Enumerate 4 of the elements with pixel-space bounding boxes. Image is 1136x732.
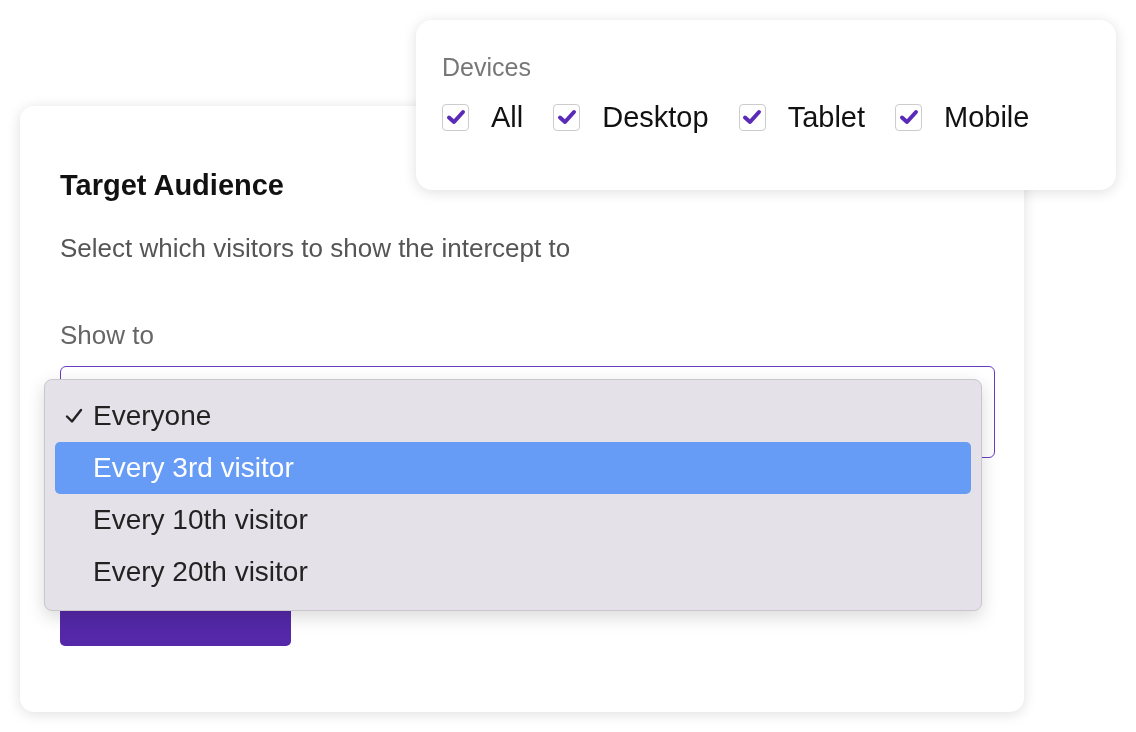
section-title: Target Audience xyxy=(60,168,284,202)
field-label: Show to xyxy=(60,320,154,350)
section-description: Select which visitors to show the intercept to xyxy=(60,232,571,264)
devices-label: Devices xyxy=(442,52,532,82)
